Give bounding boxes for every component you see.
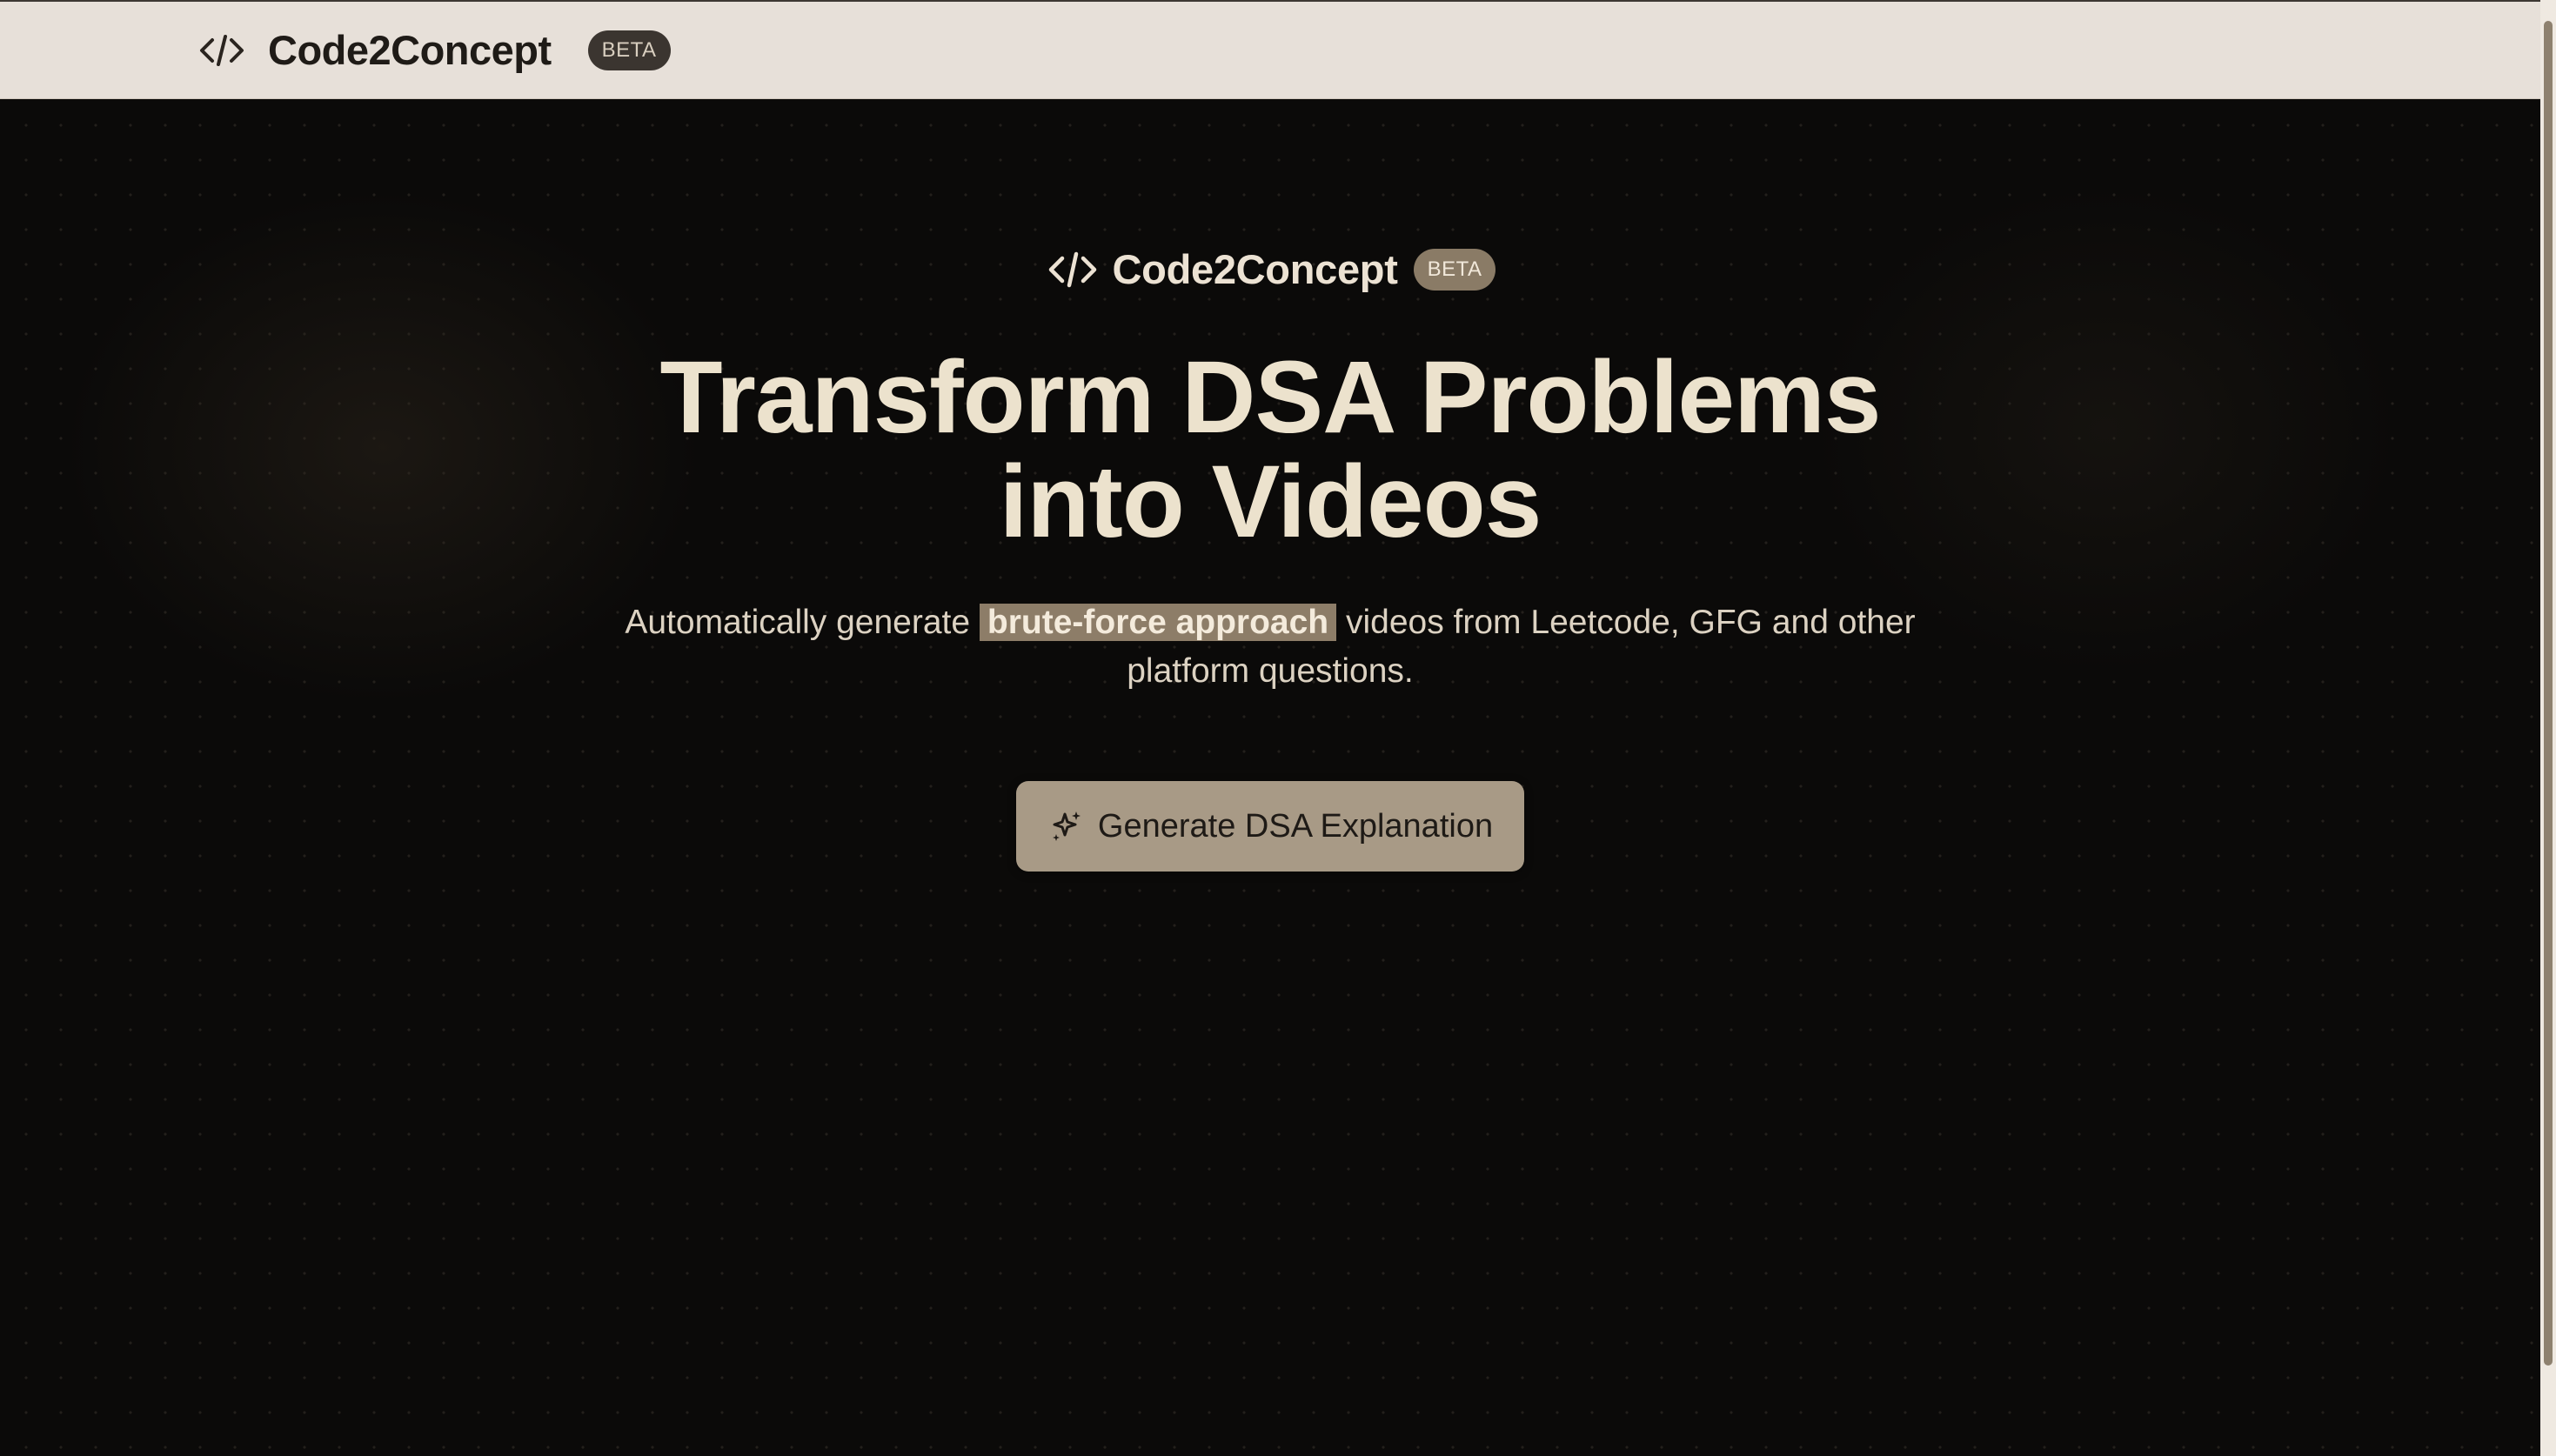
subtitle-line-1: Automatically generate brute-force appro… <box>0 598 2540 647</box>
hero-brand-group: Code2Concept BETA <box>1045 245 1496 293</box>
subtitle-highlight: brute-force approach <box>979 604 1337 641</box>
nav-brand-link[interactable]: Code2Concept <box>197 26 552 74</box>
headline-line-2: into Videos <box>999 444 1542 559</box>
top-navbar: Code2Concept BETA <box>0 0 2540 99</box>
hero-brand-title: Code2Concept <box>1112 246 1398 292</box>
app-root: Code2Concept BETA Code2Concept BETA Tran… <box>0 0 2556 1456</box>
hero-brand: Code2Concept BETA <box>0 245 2540 293</box>
nav-title: Code2Concept <box>268 27 552 73</box>
subtitle-line-2: platform questions. <box>1127 652 1414 690</box>
subtitle-text-before: Automatically generate <box>625 604 980 641</box>
generate-dsa-explanation-button[interactable]: Generate DSA Explanation <box>1016 781 1524 872</box>
scrollbar-thumb[interactable] <box>2544 21 2553 1366</box>
cta-label: Generate DSA Explanation <box>1097 807 1494 845</box>
sparkles-icon <box>1047 807 1086 845</box>
code-brackets-icon <box>1045 247 1101 292</box>
hero-subtitle: Automatically generate brute-force appro… <box>0 598 2540 696</box>
scrollbar-track[interactable] <box>2540 0 2556 1456</box>
hero-beta-badge: BETA <box>1413 248 1496 291</box>
hero-headline: Transform DSA Problems into Videos <box>0 345 2540 554</box>
headline-line-1: Transform DSA Problems <box>659 340 1881 455</box>
nav-beta-badge: BETA <box>587 30 671 70</box>
subtitle-text-after-1: videos from Leetcode, GFG and other <box>1336 604 1916 641</box>
cta-container: Generate DSA Explanation <box>0 781 2540 872</box>
hero-section: Code2Concept BETA Transform DSA Problems… <box>0 99 2540 1456</box>
code-brackets-icon <box>197 30 247 70</box>
